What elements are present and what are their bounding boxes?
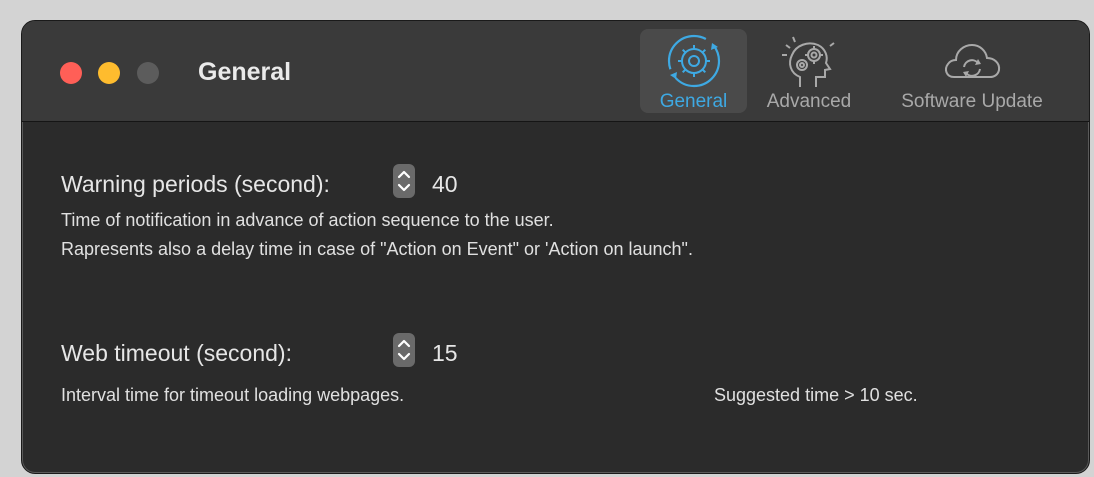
zoom-window-button[interactable] — [137, 62, 159, 84]
web-timeout-label: Web timeout (second): — [61, 340, 292, 366]
gear-refresh-icon — [640, 33, 747, 95]
tab-advanced[interactable]: Advanced — [754, 29, 864, 113]
tab-general-label: General — [659, 91, 728, 112]
warning-periods-value[interactable]: 40 — [432, 171, 458, 198]
cloud-refresh-icon — [880, 33, 1064, 95]
close-window-button[interactable] — [60, 62, 82, 84]
warning-periods-stepper[interactable] — [393, 164, 415, 198]
tab-software-update[interactable]: Software Update — [880, 29, 1064, 113]
warning-periods-description-2: Rapresents also a delay time in case of … — [61, 239, 693, 259]
head-gears-icon — [754, 33, 864, 97]
titlebar: General General Advanced Software Update — [22, 21, 1089, 122]
tab-general[interactable]: General — [640, 29, 747, 113]
web-timeout-stepper[interactable] — [393, 333, 415, 367]
preferences-window: General General Advanced Software Update… — [21, 20, 1090, 474]
web-timeout-suggestion: Suggested time > 10 sec. — [714, 385, 918, 405]
warning-periods-label: Warning periods (second): — [61, 171, 330, 197]
warning-periods-description: Time of notification in advance of actio… — [61, 210, 554, 230]
tab-advanced-label: Advanced — [766, 91, 852, 112]
minimize-window-button[interactable] — [98, 62, 120, 84]
window-title: General — [198, 58, 292, 86]
web-timeout-value[interactable]: 15 — [432, 340, 458, 367]
tab-software-update-label: Software Update — [901, 91, 1043, 112]
web-timeout-description: Interval time for timeout loading webpag… — [61, 385, 405, 405]
